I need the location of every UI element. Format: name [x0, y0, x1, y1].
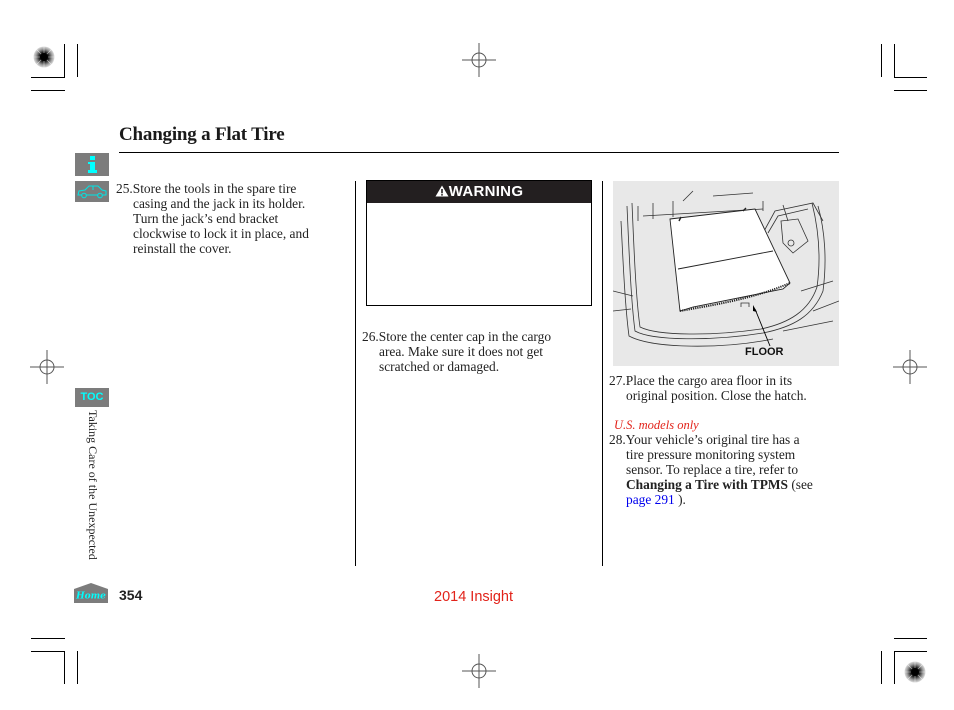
crop-mark — [77, 651, 78, 684]
cargo-floor-illustration — [612, 181, 840, 366]
info-icon — [88, 156, 97, 173]
step-26: 26.Store the center cap in the cargo are… — [362, 329, 597, 374]
crop-mark — [881, 44, 882, 77]
warning-triangle-icon — [435, 185, 449, 197]
column-divider — [355, 181, 356, 566]
home-icon: Home — [74, 583, 108, 603]
warning-header: WARNING — [367, 181, 591, 203]
step-text: tire pressure monitoring system — [626, 447, 796, 462]
step-25: 25.Store the tools in the spare tire cas… — [116, 181, 346, 256]
crosshair-mark-icon — [30, 350, 64, 384]
cargo-area-drawing — [612, 190, 840, 347]
home-label: Home — [75, 592, 106, 602]
figure-label-floor: FLOOR — [745, 346, 784, 358]
crop-mark — [31, 90, 65, 91]
crosshair-mark-icon — [462, 654, 496, 688]
step-text: Store the tools in the spare tire — [132, 181, 297, 196]
reference-end: ). — [674, 492, 686, 507]
step-text: Your vehicle’s original tire has a — [625, 432, 800, 447]
crop-mark — [64, 44, 65, 77]
warning-box: WARNING — [366, 180, 592, 306]
crop-mark — [31, 651, 65, 652]
car-icon — [77, 185, 107, 199]
reference-title: Changing a Tire with TPMS — [626, 477, 788, 492]
crop-mark — [894, 638, 927, 639]
home-button[interactable]: Home — [74, 583, 108, 607]
car-button[interactable] — [75, 181, 109, 202]
crop-mark — [881, 651, 882, 684]
step-28: 28.Your vehicle’s original tire has a ti… — [609, 432, 849, 507]
page-291-link[interactable]: page 291 — [626, 492, 675, 507]
crop-mark — [894, 651, 927, 652]
crop-mark — [64, 651, 65, 684]
step-text: Place the cargo area floor in its — [625, 373, 793, 388]
crop-mark — [894, 77, 927, 78]
registration-rosette-icon — [904, 661, 926, 683]
us-models-only-note: U.S. models only — [614, 418, 699, 432]
title-rule — [119, 152, 839, 153]
step-number: 27. — [609, 373, 626, 388]
step-text: sensor. To replace a tire, refer to — [626, 462, 799, 477]
crop-mark — [31, 638, 65, 639]
step-text: casing and the jack in its holder. — [133, 196, 306, 211]
step-number: 28. — [609, 432, 626, 447]
step-text: Turn the jack’s end bracket — [133, 211, 279, 226]
step-reference-link-line: page 291 ). — [626, 492, 849, 507]
page-number: 354 — [119, 587, 143, 603]
step-number: 25. — [116, 181, 133, 196]
warning-label: WARNING — [448, 183, 524, 200]
toc-button[interactable]: TOC — [75, 388, 109, 407]
reference-see: (see — [787, 477, 813, 492]
step-number: 26. — [362, 329, 379, 344]
crosshair-mark-icon — [462, 43, 496, 77]
step-text: clockwise to lock it in place, and — [133, 226, 309, 241]
step-text: scratched or damaged. — [379, 359, 500, 374]
section-label: Taking Care of the Unexpected — [86, 410, 100, 560]
footer-title: 2014 Insight — [434, 589, 514, 605]
step-text: Store the center cap in the cargo — [378, 329, 552, 344]
column-divider — [602, 181, 603, 566]
crop-mark — [894, 90, 927, 91]
crosshair-mark-icon — [893, 350, 927, 384]
info-button[interactable] — [75, 153, 109, 176]
step-reference: Changing a Tire with TPMS (see — [626, 477, 849, 492]
crop-mark — [894, 651, 895, 684]
page-title: Changing a Flat Tire — [119, 124, 285, 145]
step-text: reinstall the cover. — [133, 241, 232, 256]
crop-mark — [31, 77, 65, 78]
step-text: original position. Close the hatch. — [626, 388, 807, 403]
step-27: 27.Place the cargo area floor in its ori… — [609, 373, 844, 403]
crop-mark — [77, 44, 78, 77]
registration-rosette-icon — [33, 46, 55, 68]
step-text: area. Make sure it does not get — [379, 344, 543, 359]
crop-mark — [894, 44, 895, 77]
